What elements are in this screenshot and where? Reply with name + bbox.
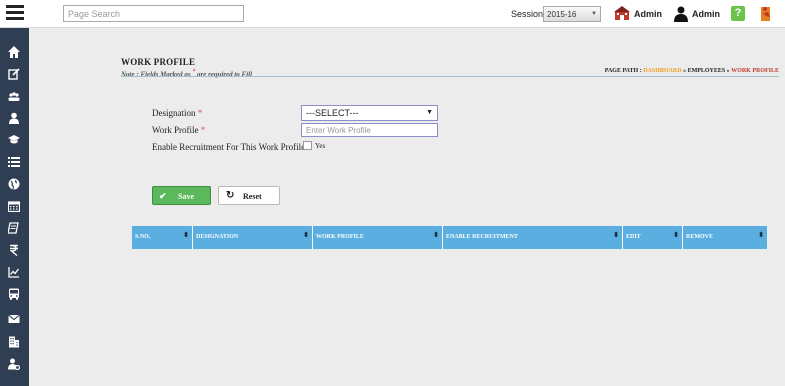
work-profile-label-text: Work Profile — [152, 125, 199, 135]
sidebar-item-organisation[interactable] — [4, 333, 24, 351]
sidebar-item-user[interactable] — [4, 109, 24, 127]
save-button[interactable]: ✔ Save — [152, 186, 211, 205]
breadcrumb: PAGE PATH : DASHBOARD » EMPLOYEES » WORK… — [605, 68, 779, 74]
mail-icon — [8, 314, 20, 323]
sidebar-item-globe[interactable] — [4, 175, 24, 193]
sort-icon[interactable]: ⬍ — [613, 232, 619, 239]
designation-label: Designation * — [152, 108, 202, 118]
designation-label-text: Designation — [152, 108, 196, 118]
designation-select[interactable]: ---SELECT--- ▼ — [301, 105, 438, 121]
work-profile-input[interactable]: Enter Work Profile — [301, 123, 438, 137]
top-bar: Page Search Session 2015-16 ▼ Admin Admi… — [0, 0, 785, 28]
designation-value: ---SELECT--- — [306, 108, 359, 118]
calendar-icon — [8, 201, 20, 212]
school-icon[interactable] — [614, 6, 630, 21]
session-label: Session — [511, 9, 544, 19]
menu-icon[interactable] — [6, 5, 24, 21]
bus-icon — [9, 288, 19, 300]
breadcrumb-separator: » — [726, 68, 730, 74]
page-search-input[interactable]: Page Search — [63, 5, 244, 22]
column-header-designation[interactable]: DESIGNATION ⬍ — [193, 226, 313, 249]
edit-icon — [8, 68, 20, 80]
chevron-down-icon: ▼ — [426, 109, 433, 116]
column-label: S.NO. — [135, 234, 151, 240]
save-label: Save — [178, 192, 194, 201]
sort-icon[interactable]: ⬍ — [673, 232, 679, 239]
admin-link[interactable]: Admin — [634, 9, 662, 19]
session-select[interactable]: 2015-16 ▼ — [543, 6, 601, 22]
refresh-icon: ↻ — [226, 190, 235, 201]
enable-recruitment-checkbox[interactable] — [303, 141, 312, 150]
column-label: WORK PROFILE — [316, 234, 364, 240]
column-header-work-profile[interactable]: WORK PROFILE ⬍ — [313, 226, 443, 249]
column-header-sno[interactable]: S.NO. ⬍ — [132, 226, 193, 249]
reset-button[interactable]: ↻ Reset — [218, 186, 280, 205]
chart-icon — [8, 267, 20, 278]
work-profile-label: Work Profile * — [152, 125, 205, 135]
sidebar-item-list[interactable] — [4, 153, 24, 171]
column-header-edit[interactable]: EDIT ⬍ — [623, 226, 683, 249]
sidebar-item-users[interactable] — [4, 87, 24, 105]
sidebar-item-academics[interactable] — [4, 131, 24, 149]
user-settings-icon — [8, 358, 20, 370]
globe-icon — [8, 178, 20, 190]
column-label: DESIGNATION — [196, 234, 239, 240]
required-mark: * — [197, 108, 203, 118]
sidebar-item-messages[interactable] — [4, 310, 24, 328]
column-label: REMOVE — [686, 234, 713, 240]
enable-recruitment-label: Enable Recruitment For This Work Profile — [152, 142, 306, 152]
sidebar-item-home[interactable] — [4, 43, 24, 61]
column-label: EDIT — [626, 234, 641, 240]
note-star: * — [192, 69, 196, 75]
sort-icon[interactable]: ⬍ — [433, 232, 439, 239]
breadcrumb-label: PAGE PATH : — [604, 68, 642, 74]
column-header-enable-recruitment[interactable]: ENABLE RECRUITMENT ⬍ — [443, 226, 623, 249]
sidebar — [0, 28, 29, 386]
breadcrumb-current: WORK PROFILE — [731, 68, 779, 74]
rupee-icon — [9, 244, 18, 256]
session-value: 2015-16 — [547, 10, 577, 19]
check-icon: ✔ — [159, 191, 167, 201]
help-icon[interactable]: ? — [731, 6, 745, 21]
list-icon — [8, 157, 20, 167]
sidebar-item-calendar[interactable] — [4, 197, 24, 215]
book-icon — [8, 222, 19, 234]
note-prefix: Note : Fields Marked as — [121, 70, 191, 79]
required-mark: * — [200, 125, 206, 135]
sort-icon[interactable]: ⬍ — [183, 232, 189, 239]
breadcrumb-employees[interactable]: EMPLOYEES — [688, 68, 726, 74]
users-icon — [8, 92, 20, 101]
admin-profile-link[interactable]: Admin — [692, 9, 720, 19]
user-icon[interactable] — [674, 6, 688, 22]
sidebar-item-fees[interactable] — [4, 241, 24, 259]
graduation-cap-icon — [8, 135, 20, 144]
note-suffix: are required to Fill — [197, 70, 253, 79]
column-header-remove[interactable]: REMOVE ⬍ — [683, 226, 767, 249]
building-icon — [9, 336, 19, 348]
sort-icon[interactable]: ⬍ — [758, 232, 764, 239]
work-profile-table-header: S.NO. ⬍ DESIGNATION ⬍ WORK PROFILE ⬍ ENA… — [132, 226, 767, 249]
sidebar-item-library[interactable] — [4, 219, 24, 237]
title-divider — [121, 76, 779, 77]
breadcrumb-dashboard[interactable]: DASHBOARD — [643, 68, 681, 74]
reset-label: Reset — [243, 192, 262, 201]
column-label: ENABLE RECRUITMENT — [446, 234, 518, 240]
breadcrumb-separator: » — [683, 68, 687, 74]
chevron-down-icon: ▼ — [591, 11, 597, 17]
page-title: WORK PROFILE — [121, 57, 196, 67]
yes-label: Yes — [315, 142, 326, 150]
exit-icon[interactable] — [759, 5, 773, 22]
sidebar-item-transport[interactable] — [4, 285, 24, 303]
app-root: Page Search Session 2015-16 ▼ Admin Admi… — [0, 0, 785, 386]
sidebar-item-reports[interactable] — [4, 263, 24, 281]
sidebar-item-user-settings[interactable] — [4, 355, 24, 373]
home-icon — [8, 46, 20, 58]
sidebar-item-edit[interactable] — [4, 65, 24, 83]
user-icon — [9, 112, 19, 124]
sort-icon[interactable]: ⬍ — [303, 232, 309, 239]
